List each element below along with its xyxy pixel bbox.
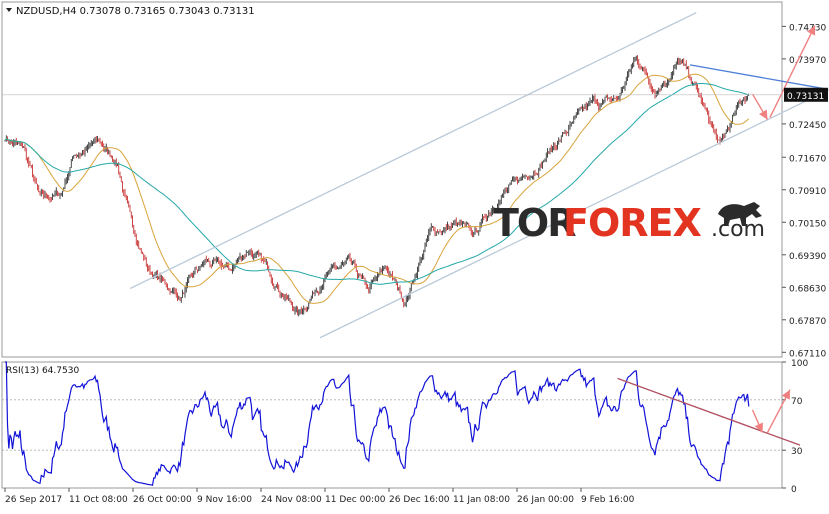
time-tick-label: 26 Sep 2017	[5, 495, 62, 505]
current-price-label: 0.73131	[787, 92, 824, 102]
time-tick-label: 11 Oct 08:00	[69, 495, 128, 505]
time-tick-label: 9 Nov 16:00	[197, 495, 252, 505]
price-tick-label: 0.72450	[789, 121, 826, 131]
rsi-readout: RSI(13) 64.7530	[6, 366, 79, 376]
time-tick-label: 11 Dec 00:00	[325, 495, 386, 505]
brand-forex: FOREX	[563, 201, 701, 245]
price-tick-label: 0.67870	[789, 317, 826, 327]
rsi-tick-label: 100	[791, 359, 808, 369]
torforex-logo: TOR FOREX .com	[493, 201, 765, 245]
time-tick-label: 24 Nov 08:00	[261, 495, 322, 505]
price-tick-label: 0.73970	[789, 56, 826, 66]
rsi-tick-label: 0	[791, 485, 797, 495]
nzdusd-chart: 0.74730 0.73970 0.72450 0.71670 0.70910 0.701…	[0, 0, 829, 510]
time-tick-label: 9 Feb 16:00	[581, 495, 635, 505]
price-tick-label: 0.69390	[789, 252, 826, 262]
time-tick-label: 26 Oct 00:00	[133, 495, 192, 505]
time-tick-label: 26 Dec 16:00	[389, 495, 450, 505]
brand-com: .com	[711, 217, 765, 242]
price-tick-label: 0.70150	[789, 219, 826, 229]
time-tick-label: 26 Jan 00:00	[517, 495, 574, 505]
symbol-readout: NZDUSD,H4 0.73078 0.73165 0.73043 0.7313…	[16, 6, 255, 17]
price-tick-label: 0.71670	[789, 154, 826, 164]
chart-header: NZDUSD,H4 0.73078 0.73165 0.73043 0.7313…	[6, 6, 255, 17]
rsi-tick-label: 30	[791, 447, 803, 457]
price-tick-label: 0.70910	[789, 187, 826, 197]
price-tick-label: 0.68630	[789, 284, 826, 294]
time-tick-label: 11 Jan 08:00	[453, 495, 510, 505]
chart-background	[0, 0, 829, 510]
rsi-tick-label: 70	[791, 397, 803, 407]
price-tick-label: 0.67110	[789, 349, 826, 359]
